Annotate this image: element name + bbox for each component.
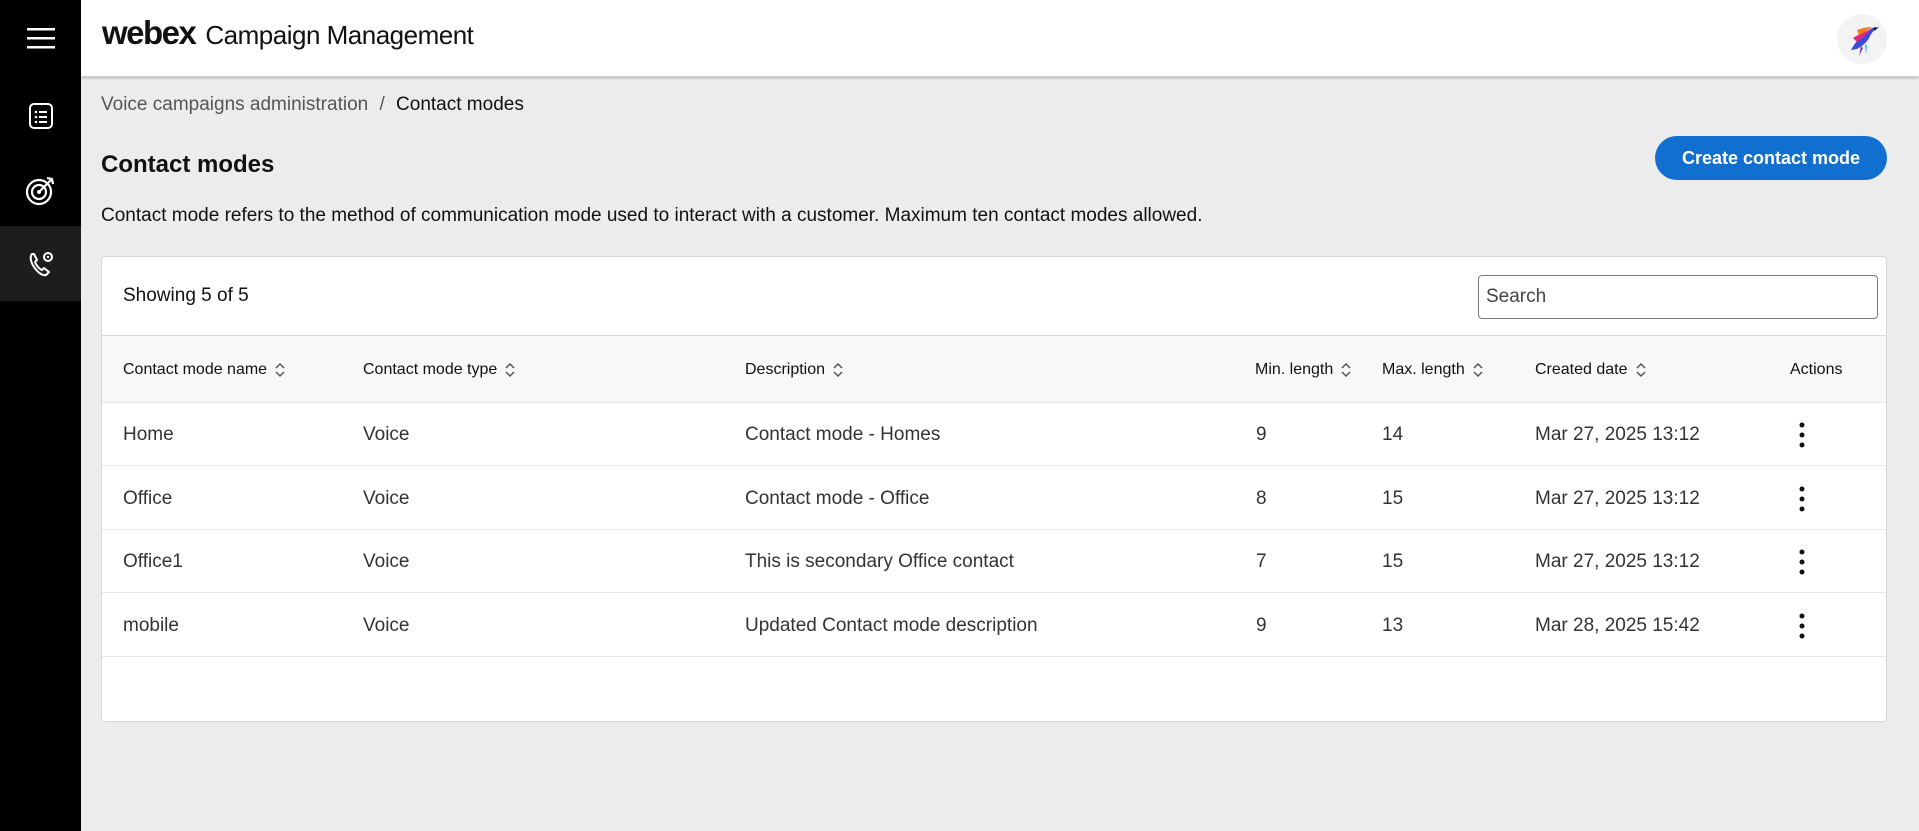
sort-icon [1341,362,1351,377]
table-row[interactable]: Office Voice Contact mode - Office 8 15 … [102,467,1886,530]
column-header-label: Actions [1790,360,1843,378]
bird-logo-icon [1851,26,1879,56]
contact-modes-table-card: Showing 5 of 5 Contact mode name Contact… [101,256,1887,722]
sort-icon [1635,362,1646,377]
cell-description: This is secondary Office contact [745,550,1014,572]
cell-description: Contact mode - Office [745,487,930,509]
cell-type: Voice [363,487,410,509]
cell-min-length: 7 [1256,550,1267,572]
breadcrumb-current: Contact modes [396,94,524,115]
cell-name: Home [123,423,174,445]
cell-type: Voice [363,550,410,572]
page-description: Contact mode refers to the method of com… [101,205,1203,226]
avatar[interactable] [1837,14,1887,64]
table-row[interactable]: Office1 Voice This is secondary Office c… [102,530,1886,593]
column-header-max-length[interactable]: Max. length [1382,336,1484,403]
row-actions-button[interactable] [1785,418,1819,452]
cell-created-date: Mar 28, 2025 15:42 [1535,614,1700,636]
row-actions-button[interactable] [1785,545,1819,579]
cell-created-date: Mar 27, 2025 13:12 [1535,550,1700,572]
sort-icon [1473,362,1483,377]
table-row[interactable]: mobile Voice Updated Contact mode descri… [102,594,1886,657]
table-header: Contact mode name Contact mode type Desc… [102,336,1886,403]
row-actions-button[interactable] [1785,482,1819,516]
cell-max-length: 15 [1382,487,1404,509]
list-document-icon [28,102,53,129]
nav-item-contact-settings[interactable] [0,226,81,301]
cell-min-length: 8 [1256,487,1267,509]
sort-icon [833,362,843,377]
column-header-actions: Actions [1790,336,1842,403]
column-header-label: Contact mode name [123,360,268,378]
cell-created-date: Mar 27, 2025 13:12 [1535,423,1700,445]
app-title: Campaign Management [205,20,474,50]
column-header-type[interactable]: Contact mode type [363,336,516,403]
cell-description: Contact mode - Homes [745,423,941,445]
column-header-label: Created date [1535,360,1628,378]
menu-button[interactable] [0,0,81,75]
column-header-name[interactable]: Contact mode name [123,336,286,403]
cell-description: Updated Contact mode description [745,614,1038,636]
cell-name: Office1 [123,550,183,572]
nav-item-campaigns[interactable] [0,78,81,153]
column-header-description[interactable]: Description [745,336,844,403]
cell-type: Voice [363,614,410,636]
left-nav-rail [0,0,81,831]
cell-max-length: 13 [1382,614,1404,636]
cell-max-length: 14 [1382,423,1404,445]
cell-max-length: 15 [1382,550,1404,572]
search-input[interactable] [1478,275,1878,319]
column-header-label: Description [745,360,826,378]
page-title: Contact modes [101,151,275,178]
table-toolbar: Showing 5 of 5 [102,257,1886,336]
cell-type: Voice [363,423,410,445]
more-vertical-icon [1799,422,1805,448]
cell-min-length: 9 [1256,423,1267,445]
cell-name: Office [123,487,173,509]
create-contact-mode-button[interactable]: Create contact mode [1655,136,1887,180]
breadcrumb-separator: / [379,94,385,115]
breadcrumb-link-voice-campaigns[interactable]: Voice campaigns administration [101,94,368,115]
menu-icon [26,27,55,48]
table-row[interactable]: Home Voice Contact mode - Homes 9 14 Mar… [102,403,1886,466]
sort-icon [505,362,515,377]
sort-icon [275,362,285,377]
more-vertical-icon [1799,549,1805,575]
cell-min-length: 9 [1256,614,1267,636]
row-actions-button[interactable] [1785,609,1819,643]
more-vertical-icon [1799,613,1805,639]
breadcrumb: Voice campaigns administration / Contact… [101,94,524,116]
column-header-created-date[interactable]: Created date [1535,336,1647,403]
column-header-label: Contact mode type [363,360,498,378]
webex-logo: webex [102,14,197,51]
nav-item-targets[interactable] [0,152,81,227]
column-header-label: Min. length [1255,360,1334,378]
cell-name: mobile [123,614,179,636]
brand: webex Campaign Management [102,14,474,52]
more-vertical-icon [1799,486,1805,512]
app-header: webex Campaign Management [81,0,1919,77]
target-icon [25,176,54,205]
phone-settings-icon [29,251,53,276]
column-header-min-length[interactable]: Min. length [1255,336,1352,403]
column-header-label: Max. length [1382,360,1465,378]
cell-created-date: Mar 27, 2025 13:12 [1535,487,1700,509]
results-count: Showing 5 of 5 [123,285,249,306]
